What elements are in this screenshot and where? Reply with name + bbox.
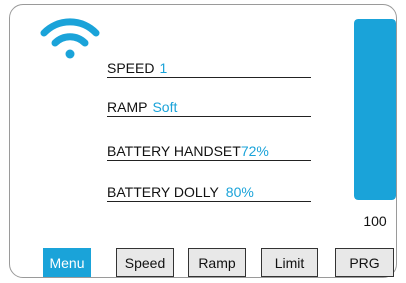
battery-handset-label: BATTERY HANDSET xyxy=(107,143,241,159)
menu-button[interactable]: Menu xyxy=(43,248,91,277)
speed-value: 1 xyxy=(159,60,168,76)
battery-dolly-status: BATTERY DOLLY 80% xyxy=(107,185,311,202)
prg-button[interactable]: PRG xyxy=(335,248,394,277)
ramp-label: RAMP xyxy=(107,99,148,115)
speed-label: SPEED xyxy=(107,60,155,76)
level-bar xyxy=(354,19,396,200)
battery-handset-status: BATTERY HANDSET72% xyxy=(107,144,311,161)
wifi-icon xyxy=(40,18,100,59)
battery-handset-value: 72% xyxy=(240,143,269,159)
level-value: 100 xyxy=(363,213,387,229)
level-bar-fill xyxy=(354,19,396,200)
device-panel: SPEED 1 RAMP Soft BATTERY HANDSET72% BATTE… xyxy=(9,4,397,278)
battery-dolly-label: BATTERY DOLLY xyxy=(107,184,219,200)
limit-button[interactable]: Limit xyxy=(261,248,318,277)
ramp-button[interactable]: Ramp xyxy=(188,248,246,277)
speed-status: SPEED 1 xyxy=(107,61,311,78)
ramp-status: RAMP Soft xyxy=(107,100,311,117)
speed-button[interactable]: Speed xyxy=(116,248,174,277)
battery-dolly-value: 80% xyxy=(225,184,254,200)
ramp-value: Soft xyxy=(152,99,178,115)
